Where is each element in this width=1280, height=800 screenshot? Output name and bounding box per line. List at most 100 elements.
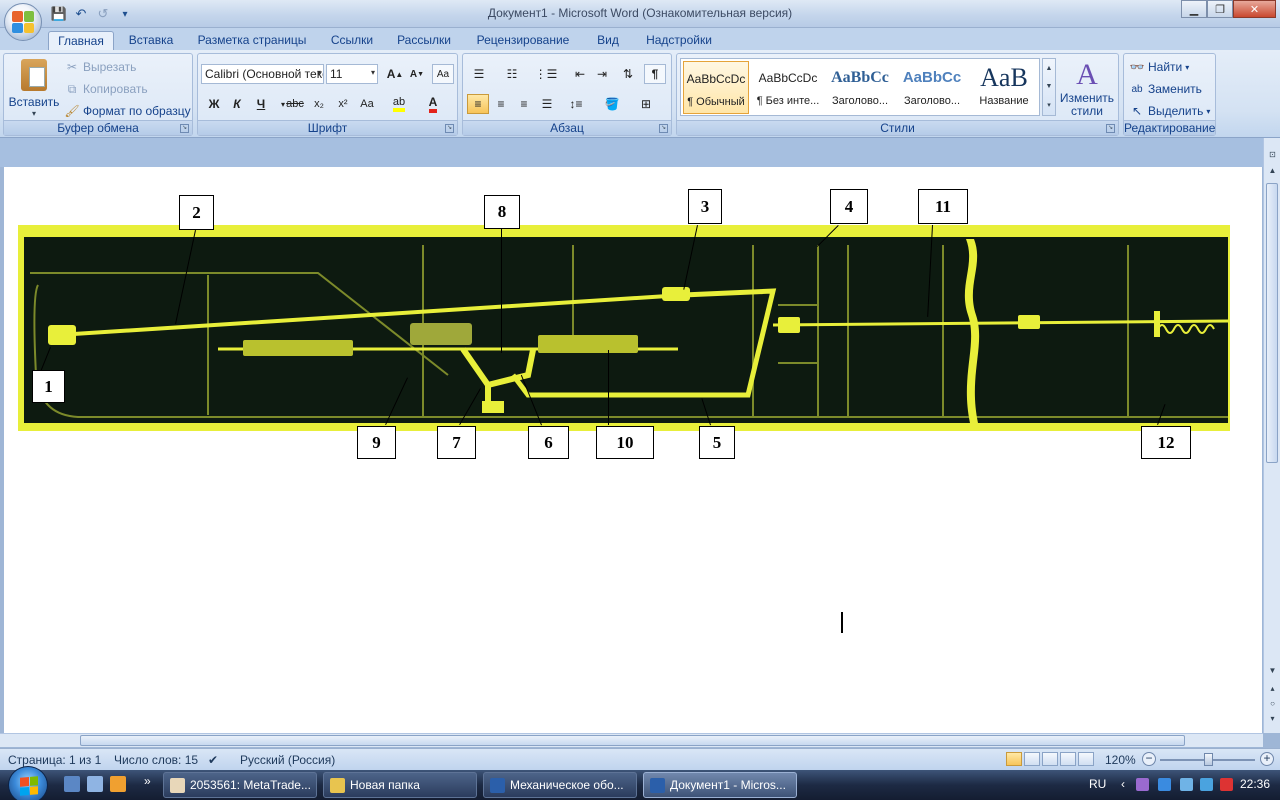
taskbar-item-new-folder[interactable]: Новая папка	[323, 772, 477, 798]
font-launcher-icon[interactable]: ↘	[445, 124, 454, 133]
grow-font-button[interactable]: A ▲	[384, 64, 406, 84]
draft-view-button[interactable]	[1078, 752, 1094, 766]
paragraph-launcher-icon[interactable]: ↘	[659, 124, 668, 133]
increase-indent-button[interactable]: ⇥	[591, 64, 613, 84]
select-button[interactable]: ↖ Выделить ▾	[1129, 103, 1210, 119]
highlight-color-button[interactable]: ab	[388, 94, 410, 114]
line-spacing-button[interactable]: ↕≡	[565, 94, 587, 114]
horizontal-scrollbar[interactable]	[0, 733, 1263, 747]
font-size-select[interactable]: 11 ▾	[326, 64, 378, 84]
find-button[interactable]: 👓 Найти ▾	[1129, 59, 1190, 75]
maximize-button[interactable]: ❐	[1207, 0, 1233, 18]
style-gallery-scroll[interactable]: ▲ ▼ ▾	[1042, 58, 1056, 116]
font-color-button[interactable]: A	[422, 94, 444, 114]
zoom-in-button[interactable]: +	[1260, 752, 1274, 766]
tray-network-icon[interactable]	[1158, 778, 1171, 791]
switch-windows-icon[interactable]	[87, 776, 103, 792]
subscript-button[interactable]: x₂	[308, 94, 330, 114]
outline-view-button[interactable]	[1060, 752, 1076, 766]
language-indicator[interactable]: Русский (Россия)	[240, 753, 335, 767]
borders-button[interactable]: ⊞	[635, 94, 657, 114]
tab-addins[interactable]: Надстройки	[636, 31, 722, 50]
horizontal-scroll-thumb[interactable]	[80, 735, 1185, 746]
paste-button[interactable]: Вставить ▾	[8, 57, 60, 119]
style-normal[interactable]: AaBbCcDc ¶ Обычный	[683, 61, 749, 114]
close-button[interactable]: ✕	[1233, 0, 1276, 18]
zoom-level[interactable]: 120%	[1105, 753, 1136, 767]
media-player-icon[interactable]	[110, 776, 126, 792]
tab-mailings[interactable]: Рассылки	[390, 31, 458, 50]
bold-button[interactable]: Ж	[203, 94, 225, 114]
superscript-button[interactable]: x²	[332, 94, 354, 114]
scroll-up-icon[interactable]: ▲	[1267, 166, 1278, 177]
change-case-button[interactable]: Aa	[356, 94, 378, 114]
start-button[interactable]	[8, 766, 48, 800]
tab-review[interactable]: Рецензирование	[466, 31, 580, 50]
clipboard-launcher-icon[interactable]: ↘	[180, 124, 189, 133]
shrink-font-button[interactable]: A ▼	[406, 64, 428, 84]
vertical-scrollbar[interactable]: ⊡ ▲ ▼ ▴ ○ ▾	[1263, 138, 1280, 733]
align-center-button[interactable]: ≡	[490, 94, 512, 114]
clock[interactable]: 22:36	[1240, 777, 1270, 791]
tray-battery-icon[interactable]	[1180, 778, 1193, 791]
show-marks-button[interactable]: ¶	[644, 64, 666, 84]
underline-button[interactable]: Ч	[250, 94, 272, 114]
previous-page-icon[interactable]: ▴	[1267, 684, 1278, 695]
zoom-slider-thumb[interactable]	[1204, 753, 1213, 766]
styles-launcher-icon[interactable]: ↘	[1106, 124, 1115, 133]
tray-volume-icon[interactable]	[1220, 778, 1233, 791]
shading-button[interactable]: 🪣	[601, 94, 623, 114]
taskbar-item-document1[interactable]: Документ1 - Micros...	[643, 772, 797, 798]
decrease-indent-button[interactable]: ⇤	[569, 64, 591, 84]
tray-update-icon[interactable]	[1200, 778, 1213, 791]
tab-insert[interactable]: Вставка	[120, 31, 182, 50]
full-screen-view-button[interactable]	[1024, 752, 1040, 766]
style-title[interactable]: AaB Название	[971, 61, 1037, 114]
zoom-out-button[interactable]: −	[1142, 752, 1156, 766]
justify-button[interactable]: ☰	[536, 94, 558, 114]
web-layout-view-button[interactable]	[1042, 752, 1058, 766]
tab-page-layout[interactable]: Разметка страницы	[190, 31, 314, 50]
align-left-button[interactable]: ≡	[467, 94, 489, 114]
numbering-button[interactable]: ☷	[501, 64, 523, 84]
italic-button[interactable]: К	[226, 94, 248, 114]
tray-expand-icon[interactable]: ‹	[1121, 777, 1125, 791]
next-page-icon[interactable]: ▾	[1267, 714, 1278, 725]
technical-figure[interactable]	[18, 225, 1230, 431]
tray-app-icon[interactable]	[1136, 778, 1149, 791]
minimize-button[interactable]: ▁	[1181, 0, 1207, 18]
taskbar-item-metatrader[interactable]: 2053561: MetaTrade...	[163, 772, 317, 798]
page-count[interactable]: Страница: 1 из 1	[8, 753, 101, 767]
cut-button[interactable]: ✂ Вырезать	[64, 59, 136, 75]
bullets-button[interactable]: ☰	[468, 64, 490, 84]
ruler-toggle-icon[interactable]: ⊡	[1267, 150, 1278, 161]
word-count[interactable]: Число слов: 15	[114, 753, 198, 767]
gallery-more-icon[interactable]: ▾	[1047, 101, 1051, 109]
taskbar-item-word-doc[interactable]: Механическое обо...	[483, 772, 637, 798]
browse-object-icon[interactable]: ○	[1267, 699, 1278, 710]
office-button[interactable]	[4, 3, 42, 41]
change-styles-button[interactable]: A Изменить стили	[1057, 58, 1117, 118]
style-heading-1[interactable]: AaBbCc Заголово...	[827, 61, 893, 114]
chevron-down-icon[interactable]: ▼	[1046, 83, 1053, 90]
align-right-button[interactable]: ≡	[513, 94, 535, 114]
font-family-select[interactable]: Calibri (Основной текст)▾	[201, 64, 324, 84]
chevron-up-icon[interactable]: ▲	[1046, 65, 1053, 72]
style-no-spacing[interactable]: AaBbCcDc ¶ Без инте...	[755, 61, 821, 114]
style-heading-2[interactable]: AaBbCc Заголово...	[899, 61, 965, 114]
copy-button[interactable]: ⧉ Копировать	[64, 81, 148, 97]
multilevel-list-button[interactable]: ⋮☰	[535, 64, 558, 84]
clear-format-button[interactable]: Aa	[432, 64, 454, 84]
tab-home[interactable]: Главная	[48, 31, 114, 50]
replace-button[interactable]: ab Заменить	[1129, 81, 1202, 97]
tab-view[interactable]: Вид	[588, 31, 628, 50]
strikethrough-button[interactable]: abc	[284, 94, 306, 114]
language-bar[interactable]: RU	[1089, 777, 1106, 791]
print-layout-view-button[interactable]	[1006, 752, 1022, 766]
format-painter-button[interactable]: 🖌 Формат по образцу	[64, 103, 190, 119]
quicklaunch-more-icon[interactable]: »	[144, 774, 151, 788]
show-desktop-icon[interactable]	[64, 776, 80, 792]
sort-button[interactable]: ⇅	[617, 64, 639, 84]
vertical-scroll-thumb[interactable]	[1266, 183, 1278, 463]
proofing-icon[interactable]: ✔	[208, 753, 218, 767]
